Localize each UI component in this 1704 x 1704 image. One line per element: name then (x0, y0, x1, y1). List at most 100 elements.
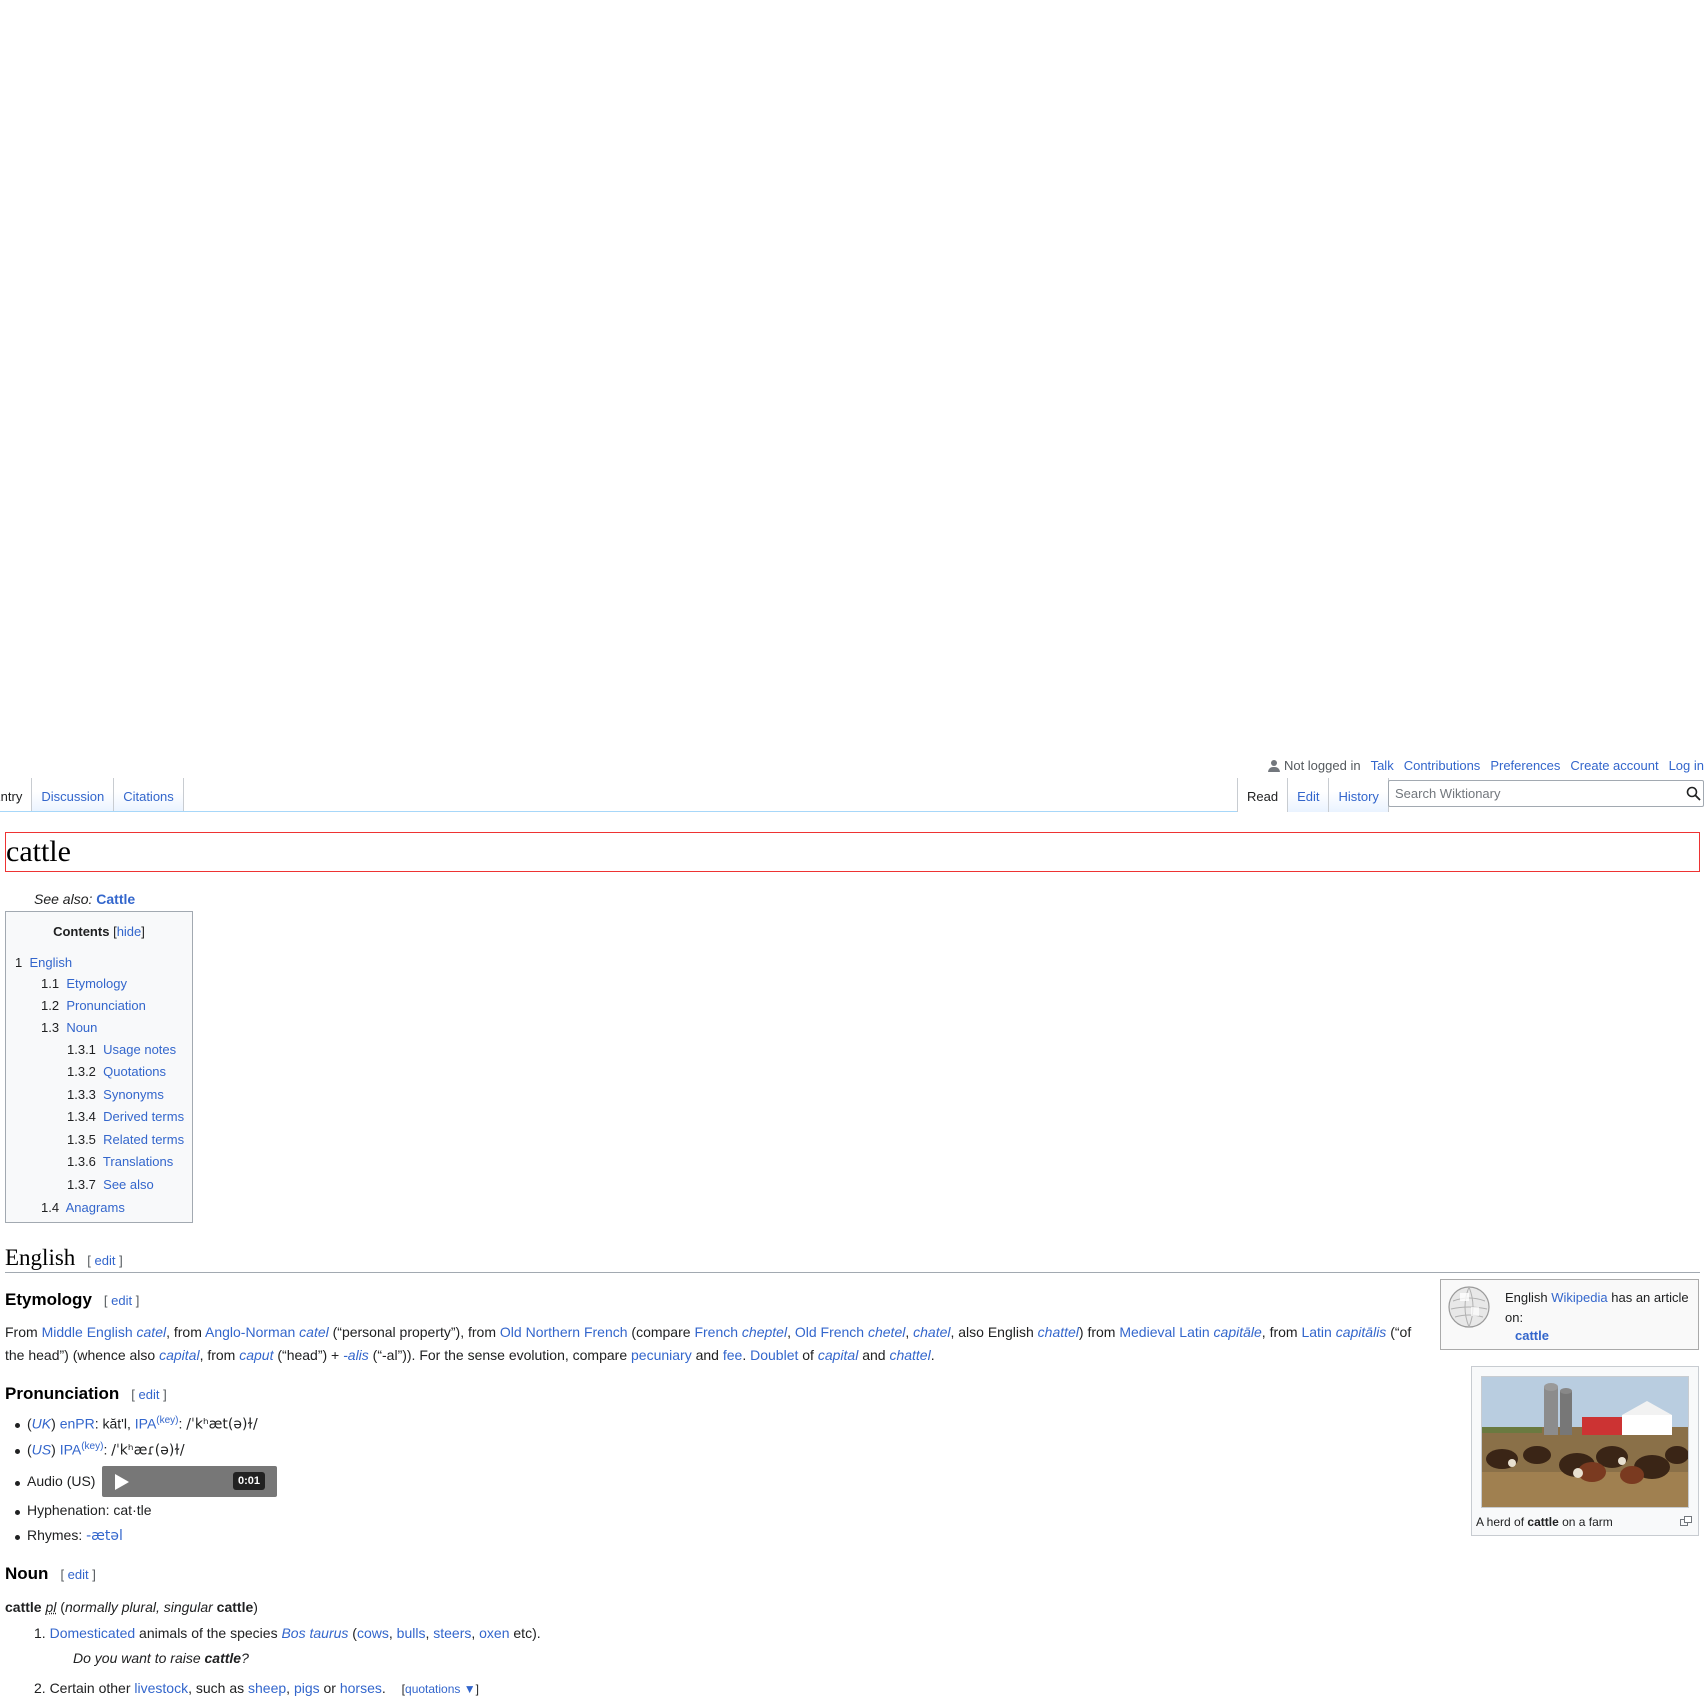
sister-prefix: English (1505, 1290, 1548, 1305)
plural-abbr: pl (45, 1599, 57, 1615)
not-logged-in-label: Not logged in (1283, 758, 1361, 773)
toc-item[interactable]: 1.3.6 Translations (67, 1154, 173, 1169)
toc-item[interactable]: 1.3 Noun (41, 1020, 97, 1035)
quotations-toggle: [quotations ▼] (401, 1682, 479, 1696)
rhymes-link[interactable]: -ætəl (86, 1528, 123, 1544)
table-of-contents: Contents [hide] 1 English 1.1 Etymology … (5, 911, 193, 1223)
log-in-link[interactable]: Log in (1669, 758, 1704, 773)
heading-english: English [ edit ] (5, 1245, 123, 1271)
talk-link[interactable]: Talk (1371, 758, 1394, 773)
pron-audio: Audio (US) (14, 1473, 96, 1489)
tab-citations[interactable]: Citations (114, 778, 184, 812)
toc-hide-link[interactable]: hide (117, 924, 142, 939)
enpr-link[interactable]: enPR (60, 1416, 95, 1432)
edit-link[interactable]: edit (68, 1567, 89, 1582)
search-icon[interactable] (1686, 786, 1701, 801)
quotations-link[interactable]: quotations ▼ (405, 1682, 476, 1696)
page-title: cattle (6, 835, 71, 868)
edit-section: [ edit ] (103, 1293, 140, 1308)
heading-noun: Noun [ edit ] (5, 1564, 96, 1584)
toc-title: Contents (53, 924, 110, 939)
edit-section: [ edit ] (60, 1567, 96, 1582)
image-thumbnail: A herd of cattle on a farm (1471, 1366, 1699, 1536)
see-also: See also: Cattle (34, 891, 135, 907)
namespace-tabs: Entry Discussion Citations (0, 778, 184, 812)
heading-etymology-text: Etymology (5, 1290, 92, 1309)
enpr-value: kăt'l (102, 1415, 127, 1432)
toc-heading: Contents [hide] (6, 924, 192, 939)
search-input[interactable] (1389, 781, 1671, 806)
edit-section: [ edit ] (131, 1387, 167, 1402)
view-tabs: Read Edit History (1237, 778, 1389, 812)
wikipedia-box: English Wikipedia has an article on: cat… (1440, 1279, 1699, 1350)
ipa-link[interactable]: IPA (60, 1442, 82, 1458)
personal-tools: Not logged in Talk Contributions Prefere… (1267, 758, 1704, 773)
sister-wikipedia-link[interactable]: Wikipedia (1551, 1290, 1607, 1305)
edit-link[interactable]: edit (95, 1253, 116, 1268)
toc-item[interactable]: 1.3.5 Related terms (67, 1132, 184, 1147)
heading-pronunciation: Pronunciation [ edit ] (5, 1384, 167, 1404)
heading-noun-text: Noun (5, 1564, 49, 1583)
hyphenation-text: Hyphenation: cat·tle (27, 1502, 152, 1518)
sense-1-example: Do you want to raise cattle? (73, 1650, 249, 1666)
uk-ipa: /ˈkʰæt(ə)ɫ/ (186, 1416, 258, 1433)
headword-line: cattle pl (normally plural, singular cat… (5, 1599, 258, 1615)
us-link[interactable]: US (32, 1442, 51, 1458)
cattle-photo[interactable] (1481, 1376, 1689, 1508)
farm-scene-image (1482, 1377, 1688, 1507)
audio-player[interactable]: 0:01 (102, 1466, 277, 1497)
edit-link[interactable]: edit (139, 1387, 160, 1402)
audio-label: Audio (US) (27, 1473, 96, 1489)
not-logged-in: Not logged in (1267, 758, 1361, 773)
headword: cattle (5, 1599, 42, 1615)
user-icon (1267, 759, 1280, 772)
sister-article-link[interactable]: cattle (1515, 1328, 1549, 1343)
toc-item[interactable]: 1.3.4 Derived terms (67, 1109, 184, 1124)
toc-item[interactable]: 1.2 Pronunciation (41, 998, 146, 1013)
pron-us: (US) IPA(key): /ˈkʰæɾ(ə)ɫ/ (15, 1441, 185, 1459)
heading-english-text: English (5, 1245, 76, 1270)
edit-link[interactable]: edit (111, 1293, 132, 1308)
see-also-link[interactable]: Cattle (96, 891, 135, 907)
ipa-link[interactable]: IPA (135, 1416, 157, 1432)
toc-item[interactable]: 1.3.1 Usage notes (67, 1042, 176, 1057)
play-icon[interactable] (115, 1474, 129, 1490)
pron-rhymes: Rhymes: -ætəl (15, 1527, 123, 1544)
heading-rule (5, 1272, 1700, 1273)
pron-uk: (UK) enPR: kăt'l, IPA(key): /ˈkʰæt(ə)ɫ/ (15, 1415, 258, 1433)
toc-item[interactable]: 1.3.7 See also (67, 1177, 154, 1192)
toc-item[interactable]: 1 English (15, 955, 72, 970)
uk-link[interactable]: UK (32, 1416, 51, 1432)
headword-singular: cattle (216, 1599, 254, 1615)
headword-note: normally plural, singular (64, 1599, 213, 1615)
toc-item[interactable]: 1.1 Etymology (41, 976, 127, 991)
toc-item[interactable]: 1.3.2 Quotations (67, 1064, 166, 1079)
toc-item[interactable]: 1.3.3 Synonyms (67, 1087, 164, 1102)
edit-section: [ edit ] (87, 1253, 123, 1268)
wikipedia-globe-icon (1448, 1286, 1490, 1328)
tab-entry[interactable]: Entry (0, 778, 33, 812)
tab-edit[interactable]: Edit (1288, 778, 1330, 812)
search-box (1388, 780, 1704, 807)
audio-duration: 0:01 (232, 1472, 265, 1490)
tab-baseline (0, 811, 1237, 812)
sense-1: 1. Domesticated animals of the species B… (34, 1625, 541, 1641)
preferences-link[interactable]: Preferences (1490, 758, 1560, 773)
us-ipa: /ˈkʰæɾ(ə)ɫ/ (111, 1442, 185, 1459)
enlarge-icon[interactable] (1680, 1516, 1692, 1526)
toc-hide: [hide] (113, 924, 145, 939)
heading-pronunciation-text: Pronunciation (5, 1384, 120, 1403)
etymology-text: From Middle English catel, from Anglo-No… (5, 1324, 1412, 1363)
title-highlight (5, 832, 1700, 872)
tab-history[interactable]: History (1329, 778, 1389, 812)
contributions-link[interactable]: Contributions (1404, 758, 1481, 773)
tab-discussion[interactable]: Discussion (32, 778, 115, 812)
ipa-key-link[interactable]: (key) (81, 1441, 103, 1452)
ipa-key-link[interactable]: (key) (156, 1415, 178, 1426)
rhymes-label: Rhymes: (27, 1527, 83, 1543)
toc-item[interactable]: 1.4 Anagrams (41, 1200, 125, 1215)
heading-etymology: Etymology [ edit ] (5, 1290, 139, 1310)
tab-read[interactable]: Read (1237, 778, 1289, 812)
sense-2: 2. Certain other livestock, such as shee… (34, 1680, 479, 1696)
create-account-link[interactable]: Create account (1570, 758, 1658, 773)
